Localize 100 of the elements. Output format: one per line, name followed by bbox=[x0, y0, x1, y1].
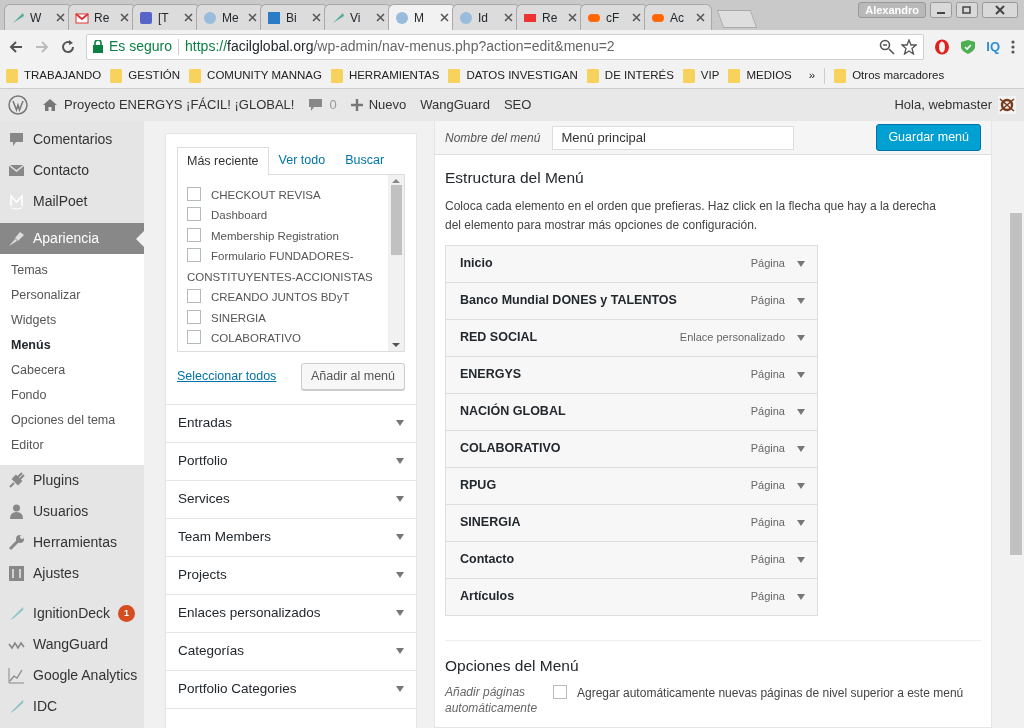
close-icon[interactable] bbox=[312, 13, 321, 22]
brush-icon bbox=[8, 230, 25, 247]
close-icon[interactable] bbox=[982, 2, 1018, 18]
sidebar-item[interactable]: IgnitionDeck 1 bbox=[0, 598, 144, 629]
sidebar-item[interactable]: Comentarios bbox=[0, 124, 144, 155]
back-icon[interactable] bbox=[8, 38, 24, 55]
accordion-section[interactable]: Projects bbox=[165, 556, 417, 595]
bookmark-folder[interactable]: TRABAJANDO bbox=[6, 66, 102, 85]
restore-icon[interactable] bbox=[956, 2, 978, 18]
menu-icon[interactable] bbox=[1010, 38, 1016, 55]
menu-name-field[interactable]: Menú principal bbox=[552, 125, 795, 150]
wordpress-icon[interactable] bbox=[8, 95, 28, 115]
submenu-item[interactable]: Menús bbox=[0, 333, 144, 358]
close-icon[interactable] bbox=[632, 13, 641, 22]
close-icon[interactable] bbox=[568, 13, 577, 22]
bookmark-folder[interactable]: GESTIÓN bbox=[110, 66, 181, 85]
account-link[interactable]: Hola, webmaster bbox=[894, 95, 1016, 115]
address-bar[interactable]: Es seguro https://facilglobal.org/wp-admin/nav-menus.php?action=edit&menu=2 bbox=[86, 33, 925, 60]
accordion-section[interactable]: Entradas bbox=[165, 404, 417, 443]
menu-item[interactable]: Inicio Página bbox=[445, 244, 818, 283]
browser-tab[interactable]: Ac bbox=[644, 4, 712, 30]
sidebar-item[interactable]: WangGuard bbox=[0, 629, 144, 660]
site-link[interactable]: Proyecto ENERGYS ¡FÁCIL! ¡GLOBAL! bbox=[42, 95, 295, 115]
reload-icon[interactable] bbox=[60, 38, 76, 55]
sidebar-item[interactable]: IDC bbox=[0, 691, 144, 722]
menu-item[interactable]: Contacto Página bbox=[445, 540, 818, 579]
menu-item[interactable]: RPUG Página bbox=[445, 466, 818, 505]
submenu-item[interactable]: Fondo bbox=[0, 383, 144, 408]
close-icon[interactable] bbox=[376, 13, 385, 22]
checkbox-item[interactable]: CHECKOUT REVISA bbox=[187, 184, 388, 206]
add-to-menu-button[interactable]: Añadir al menú bbox=[300, 362, 405, 390]
accordion-section[interactable]: Enlaces personalizados bbox=[165, 594, 417, 633]
browser-tab[interactable]: Re bbox=[516, 4, 584, 30]
submenu-item[interactable]: Temas bbox=[0, 258, 144, 283]
select-all-link[interactable]: Seleccionar todos bbox=[177, 366, 277, 386]
checkbox-item[interactable]: Dashboard bbox=[187, 205, 388, 226]
panel-tab[interactable]: Ver todo bbox=[268, 146, 336, 174]
menu-item[interactable]: Banco Mundial DONES y TALENTOS Página bbox=[445, 281, 818, 320]
close-icon[interactable] bbox=[696, 13, 705, 22]
admin-bar-link[interactable]: WangGuard bbox=[420, 95, 490, 115]
accordion-section[interactable]: Services bbox=[165, 480, 417, 519]
sidebar-item[interactable]: Ajustes bbox=[0, 558, 144, 589]
bookmark-folder[interactable]: HERRAMIENTAS bbox=[330, 66, 440, 85]
extension-icon[interactable] bbox=[934, 38, 951, 55]
close-icon[interactable] bbox=[504, 13, 513, 22]
sidebar-item[interactable]: Google Analytics bbox=[0, 660, 144, 691]
bookmark-folder[interactable]: VIP bbox=[682, 66, 720, 85]
sidebar-item[interactable]: Plugins bbox=[0, 465, 144, 496]
accordion-section[interactable]: Portfolio Categories bbox=[165, 670, 417, 709]
submenu-item[interactable]: Personalizar bbox=[0, 283, 144, 308]
sidebar-item[interactable]: Apariencia bbox=[0, 223, 144, 254]
bookmark-folder[interactable]: COMUNITY MANNAG bbox=[189, 66, 322, 85]
checkbox-item[interactable]: COLABORATIVO bbox=[187, 328, 388, 349]
panel-tab[interactable]: Buscar bbox=[335, 146, 395, 174]
menu-item[interactable]: COLABORATIVO Página bbox=[445, 429, 818, 468]
menu-item[interactable]: NACIÓN GLOBAL Página bbox=[445, 392, 818, 431]
close-icon[interactable] bbox=[184, 13, 193, 22]
section-title: Estructura del Menú bbox=[445, 169, 585, 188]
close-icon[interactable] bbox=[248, 13, 257, 22]
scrollbar[interactable] bbox=[388, 174, 404, 351]
panel-tab[interactable]: Más reciente bbox=[177, 147, 269, 175]
new-link[interactable]: Nuevo bbox=[350, 95, 407, 115]
close-icon[interactable] bbox=[120, 13, 129, 22]
browser-tab[interactable]: M bbox=[388, 4, 456, 30]
plus-icon bbox=[350, 99, 363, 111]
bookmark-folder[interactable]: DE INTERÉS bbox=[586, 66, 674, 85]
minimize-icon[interactable] bbox=[930, 2, 952, 18]
admin-bar-link[interactable]: SEO bbox=[503, 95, 532, 115]
menu-item[interactable]: Artículos Página bbox=[445, 577, 818, 616]
checkbox-item[interactable]: CREANDO JUNTOS BDyT bbox=[187, 287, 388, 308]
zoom-icon[interactable] bbox=[879, 38, 896, 55]
submenu-item[interactable]: Cabecera bbox=[0, 358, 144, 383]
sidebar-item[interactable]: Contacto bbox=[0, 155, 144, 186]
bookmark-folder[interactable]: MEDIOS bbox=[728, 66, 792, 85]
overflow-button[interactable]: » bbox=[808, 66, 816, 85]
sidebar-item[interactable]: Herramientas bbox=[0, 527, 144, 558]
bookmark-folder[interactable]: DATOS INVESTIGAN bbox=[448, 66, 578, 85]
shield-icon[interactable] bbox=[960, 38, 977, 55]
submenu-item[interactable]: Widgets bbox=[0, 308, 144, 333]
menu-item[interactable]: RED SOCIAL Enlace personalizado bbox=[445, 318, 818, 357]
close-icon[interactable] bbox=[56, 13, 65, 22]
envelope-icon bbox=[8, 162, 25, 179]
accordion-section[interactable]: Portfolio bbox=[165, 442, 417, 481]
checkbox-item[interactable]: Formulario FUNDADORES-CONSTITUYENTES-ACCIONISTAS bbox=[187, 246, 388, 288]
star-icon[interactable] bbox=[901, 38, 918, 55]
close-icon[interactable] bbox=[440, 13, 449, 22]
checkbox-item[interactable]: Agregar automáticamente nuevas páginas de nivel superior a este menú bbox=[553, 684, 964, 717]
checkbox-item[interactable]: SINERGIA bbox=[187, 307, 388, 329]
checkbox-item[interactable]: Membership Registration bbox=[187, 225, 388, 247]
accordion-section[interactable]: Team Members bbox=[165, 518, 417, 557]
menu-item[interactable]: SINERGIA Página bbox=[445, 503, 818, 542]
menu-item[interactable]: ENERGYS Página bbox=[445, 355, 818, 394]
sidebar-item[interactable]: MailPoet bbox=[0, 186, 144, 217]
accordion-section[interactable]: Categorías bbox=[165, 632, 417, 671]
submenu-item[interactable]: Opciones del tema bbox=[0, 408, 144, 433]
submenu-item[interactable]: Editor bbox=[0, 433, 144, 458]
sidebar-item[interactable]: Usuarios bbox=[0, 496, 144, 527]
field-label: Nombre del menú bbox=[445, 129, 541, 147]
bookmark-folder[interactable]: Otros marcadores bbox=[834, 66, 945, 85]
person-icon bbox=[8, 503, 25, 520]
